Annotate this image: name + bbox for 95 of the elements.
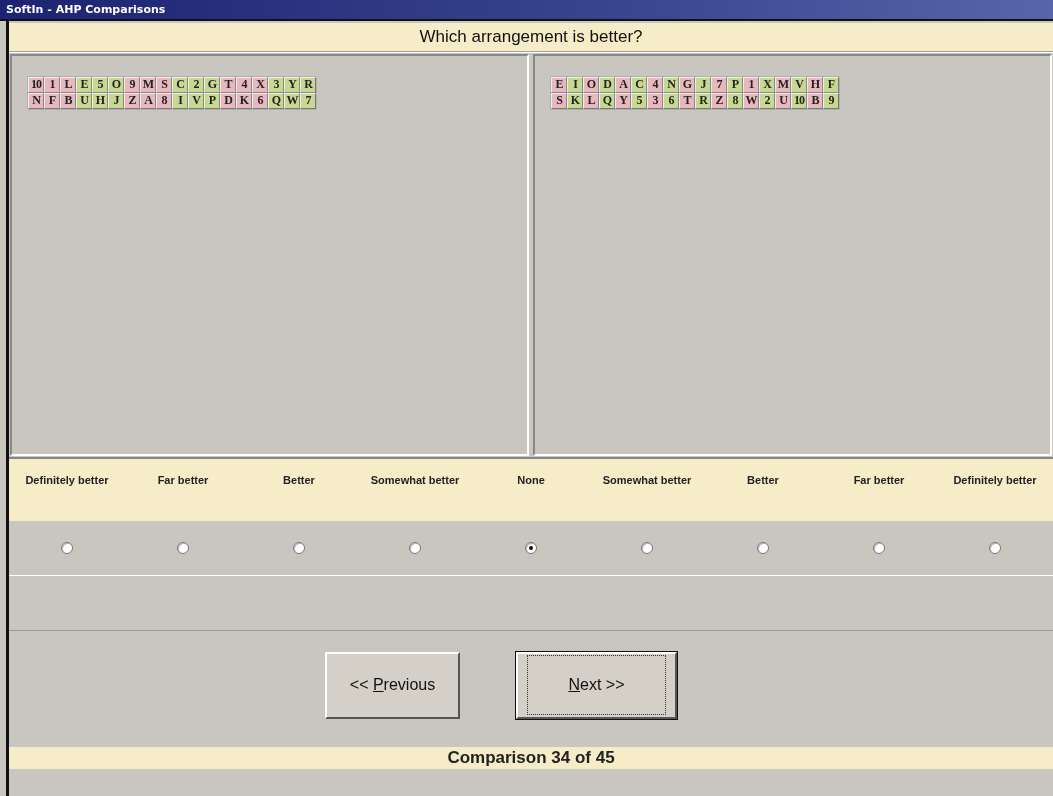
letter-tile: L (583, 92, 599, 109)
radio-button[interactable] (757, 542, 769, 554)
scale-label: Better (283, 474, 315, 486)
letter-tile: N (28, 92, 44, 109)
letter-tile: F (44, 92, 60, 109)
letter-tile: D (220, 92, 236, 109)
letter-tile: B (807, 92, 823, 109)
letter-tile: 5 (631, 92, 647, 109)
letter-tile: Y (615, 92, 631, 109)
letter-tile: 5 (92, 76, 108, 93)
letter-tile: L (60, 76, 76, 93)
letter-tile: W (284, 92, 300, 109)
scale-label: Better (747, 474, 779, 486)
radio-button[interactable] (873, 542, 885, 554)
window-title: SoftIn - AHP Comparisons (6, 3, 166, 16)
scale-label: Far better (853, 474, 905, 486)
letter-tile: U (76, 92, 92, 109)
letter-tile: 6 (663, 92, 679, 109)
letter-tile: S (551, 92, 567, 109)
letter-tile: 8 (727, 92, 743, 109)
letter-tile: X (252, 76, 268, 93)
radio-button[interactable] (409, 542, 421, 554)
letter-tile: Z (124, 92, 140, 109)
letter-tile: Q (268, 92, 284, 109)
radio-button[interactable] (641, 542, 653, 554)
letter-tile: V (188, 92, 204, 109)
letter-tile: K (567, 92, 583, 109)
letter-tile: 4 (647, 76, 663, 93)
letter-tile: 7 (300, 92, 316, 109)
letter-tile: S (156, 76, 172, 93)
letter-tile: I (567, 76, 583, 93)
letter-tile: K (236, 92, 252, 109)
radio-button[interactable] (177, 542, 189, 554)
letter-tile: R (300, 76, 316, 93)
letter-tile: C (631, 76, 647, 93)
letter-tile: O (108, 76, 124, 93)
letter-tile: E (551, 76, 567, 93)
letter-tile: 8 (156, 92, 172, 109)
previous-button[interactable]: << Previous (325, 651, 460, 719)
scale-label: Definitely better (953, 474, 1037, 486)
letter-tile: 10 (791, 92, 807, 109)
letter-tile: Z (711, 92, 727, 109)
letter-tile: C (172, 76, 188, 93)
letter-tile: W (743, 92, 759, 109)
letter-tile: M (140, 76, 156, 93)
letter-tile: T (679, 92, 695, 109)
letter-tile: 9 (823, 92, 839, 109)
letter-tile: H (92, 92, 108, 109)
radio-button[interactable] (525, 542, 537, 554)
radio-button[interactable] (989, 542, 1001, 554)
letter-tile: A (140, 92, 156, 109)
radio-button[interactable] (61, 542, 73, 554)
letter-tile: 10 (28, 76, 44, 93)
letter-tile: Q (599, 92, 615, 109)
letter-tile: G (204, 76, 220, 93)
letter-tile: P (204, 92, 220, 109)
letter-tile: 2 (188, 76, 204, 93)
letter-tile: F (823, 76, 839, 93)
letter-tile: J (108, 92, 124, 109)
radio-button[interactable] (293, 542, 305, 554)
letter-tile: G (679, 76, 695, 93)
letter-tile: U (775, 92, 791, 109)
letter-tile: 1 (44, 76, 60, 93)
question-text: Which arrangement is better? (419, 27, 643, 47)
letter-tile: 3 (647, 92, 663, 109)
letter-tile: A (615, 76, 631, 93)
letter-tile: 6 (252, 92, 268, 109)
letter-tile: Y (284, 76, 300, 93)
letter-tile: D (599, 76, 615, 93)
status-text: Comparison 34 of 45 (447, 748, 615, 768)
letter-tile: O (583, 76, 599, 93)
letter-tile: H (807, 76, 823, 93)
letter-tile: 2 (759, 92, 775, 109)
letter-tile: 1 (743, 76, 759, 93)
letter-tile: P (727, 76, 743, 93)
letter-tile: J (695, 76, 711, 93)
letter-tile: 3 (268, 76, 284, 93)
scale-label: Definitely better (25, 474, 109, 486)
letter-tile: V (791, 76, 807, 93)
letter-tile: E (76, 76, 92, 93)
letter-tile: M (775, 76, 791, 93)
letter-tile: 4 (236, 76, 252, 93)
letter-tile: 9 (124, 76, 140, 93)
scale-label: Far better (157, 474, 209, 486)
scale-label: Somewhat better (370, 474, 460, 486)
letter-tile: N (663, 76, 679, 93)
scale-label: None (517, 474, 545, 486)
letter-tile: I (172, 92, 188, 109)
letter-tile: T (220, 76, 236, 93)
letter-tile: 7 (711, 76, 727, 93)
next-button[interactable]: Next >> (516, 651, 677, 719)
letter-tile: X (759, 76, 775, 93)
scale-label: Somewhat better (602, 474, 692, 486)
letter-tile: B (60, 92, 76, 109)
letter-tile: R (695, 92, 711, 109)
